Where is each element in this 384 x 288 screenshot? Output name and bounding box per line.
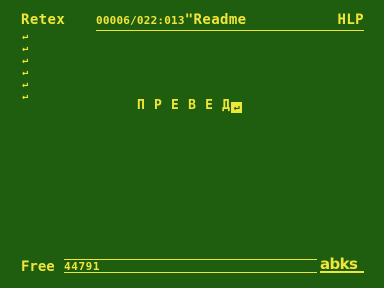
cursor-position: 00006/022:013 <box>96 14 185 27</box>
line-end-marker-icon: ↵ <box>22 79 29 90</box>
app-title: Retex <box>21 12 66 28</box>
footer-rule-top <box>64 259 317 260</box>
free-memory-label: Free <box>21 259 55 275</box>
line-end-marker-icon: ↵ <box>22 31 29 42</box>
status-line: 00006/022:013"Readme HLP <box>96 12 364 31</box>
edit-line[interactable]: ПРЕВЕД↵ <box>137 98 243 114</box>
editor-screen[interactable]: Retex 00006/022:013"Readme HLP ↵ ↵ ↵ ↵ ↵… <box>0 0 384 288</box>
line-end-marker-icon: ↵ <box>22 43 29 54</box>
edit-text-content: ПРЕВЕД <box>137 98 240 113</box>
help-button[interactable]: HLP <box>338 12 365 28</box>
document-name: "Readme <box>184 12 247 28</box>
line-end-marker-icon: ↵ <box>22 55 29 66</box>
brand-logo: abks <box>320 257 364 273</box>
line-end-marker-icon: ↵ <box>22 91 29 102</box>
footer-rule-bottom <box>64 272 317 273</box>
text-cursor-icon: ↵ <box>231 102 243 113</box>
line-end-marker-icon: ↵ <box>22 67 29 78</box>
